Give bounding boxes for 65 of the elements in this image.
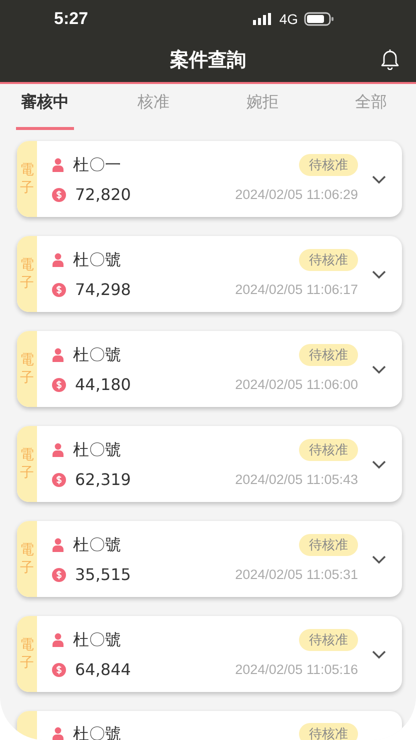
page-title: 案件查詢: [170, 48, 246, 73]
applicant-name: 杜〇一: [73, 154, 122, 176]
chevron-down-icon[interactable]: [372, 270, 386, 278]
status-badge: 待核准: [299, 723, 358, 740]
person-icon: [52, 538, 64, 552]
timestamp: 2024/02/05 11:05:31: [235, 567, 358, 582]
amount-text: 64,844: [75, 660, 132, 679]
chevron-down-icon[interactable]: [372, 554, 386, 564]
timestamp: 2024/02/05 11:06:17: [235, 282, 358, 297]
dollar-icon: [52, 188, 66, 202]
status-badge: 待核准: [299, 534, 358, 556]
case-card[interactable]: 電子 杜〇號 待核准 62,319 2024/02/05 11:05:43: [17, 426, 402, 502]
person-icon: [52, 348, 64, 362]
person-icon: [52, 443, 64, 457]
battery-icon: [304, 12, 334, 26]
case-card[interactable]: 電子 杜〇號 待核准 44,180 2024/02/05 11:06:00: [17, 331, 402, 407]
amount-text: 72,820: [75, 185, 132, 204]
dollar-icon: [52, 282, 66, 296]
case-card[interactable]: 電子 杜〇號 待核准 74,298 2024/02/05 11:06:17: [17, 236, 402, 312]
timestamp: 2024/02/05 11:05:16: [235, 662, 358, 677]
status-badge: 待核准: [299, 249, 358, 271]
timestamp: 2024/02/05 11:05:43: [235, 472, 358, 487]
status-badge: 待核准: [299, 154, 358, 176]
signal-icon: [253, 13, 274, 25]
network-label: 4G: [279, 11, 298, 27]
applicant-name: 杜〇號: [73, 440, 122, 460]
case-card[interactable]: 電子 杜〇號 待核准 35,515 2024/02/05 11:05:31: [17, 521, 402, 597]
dollar-icon: [52, 662, 66, 676]
dollar-icon: [52, 568, 66, 582]
person-icon: [52, 727, 64, 740]
type-label: 電子: [20, 636, 34, 672]
tab[interactable]: 審核中: [16, 84, 74, 130]
amount-text: 35,515: [75, 565, 132, 584]
case-card[interactable]: 電子 杜〇一 待核准 72,820 2024/02/05 11:06:29: [17, 141, 402, 217]
chevron-down-icon[interactable]: [372, 364, 386, 374]
status-time: 5:27: [54, 9, 88, 29]
bell-icon[interactable]: [380, 48, 400, 70]
applicant-name: 杜〇號: [73, 724, 122, 740]
person-icon: [52, 158, 64, 172]
type-label: 電子: [20, 256, 34, 292]
type-label: 電子: [20, 350, 34, 388]
timestamp: 2024/02/05 11:06:00: [235, 377, 358, 392]
type-label: 電子: [20, 160, 34, 198]
status-badge: 待核准: [299, 344, 358, 366]
chevron-down-icon[interactable]: [372, 650, 386, 658]
person-icon: [52, 253, 64, 267]
status-badge: 待核准: [299, 629, 358, 651]
type-label: 電子: [20, 540, 34, 578]
status-badge: 待核准: [299, 439, 358, 461]
amount-text: 62,319: [75, 470, 132, 489]
applicant-name: 杜〇號: [73, 344, 122, 366]
type-label: 電子: [20, 446, 34, 482]
person-icon: [52, 633, 64, 647]
chevron-down-icon[interactable]: [372, 460, 386, 468]
dollar-icon: [52, 472, 66, 486]
amount-text: 44,180: [75, 375, 132, 394]
dollar-icon: [52, 378, 66, 392]
applicant-name: 杜〇號: [73, 630, 122, 650]
amount-text: 74,298: [75, 280, 132, 299]
case-card[interactable]: 杜〇號 待核准: [17, 711, 402, 740]
chevron-down-icon[interactable]: [372, 174, 386, 184]
applicant-name: 杜〇號: [73, 534, 122, 556]
case-card[interactable]: 電子 杜〇號 待核准 64,844 2024/02/05 11:05:16: [17, 616, 402, 692]
timestamp: 2024/02/05 11:06:29: [235, 187, 358, 202]
applicant-name: 杜〇號: [73, 250, 122, 270]
